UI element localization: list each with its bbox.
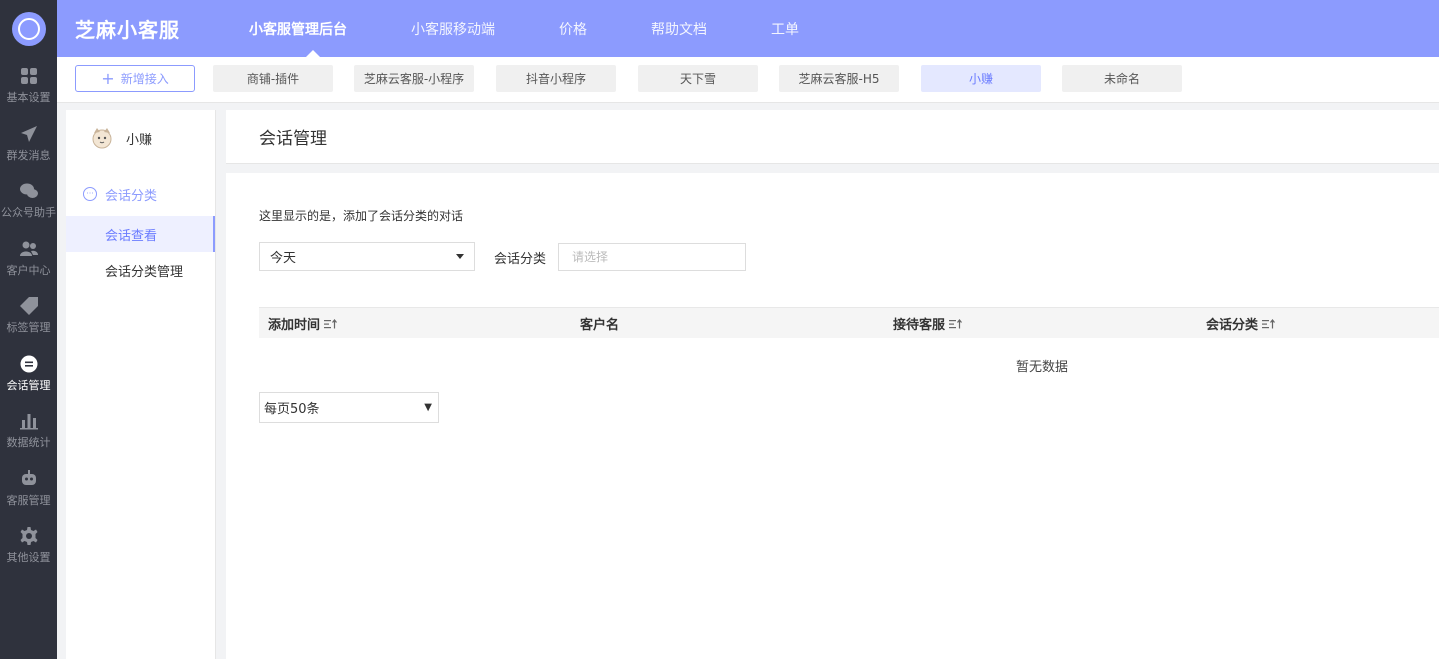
column-customer-name: 客户名: [580, 308, 619, 339]
date-range-value: 今天: [270, 251, 297, 266]
caret-down-icon: [456, 254, 464, 259]
rail-item-label: 数据统计: [6, 436, 51, 450]
column-added-time[interactable]: 添加时间: [268, 308, 338, 339]
sort-icon: [324, 318, 337, 328]
left-rail: 基本设置 群发消息 公众号助手 客户中心 标签管理 会话管理 数据统计 客服管理…: [0, 0, 57, 659]
column-session-category[interactable]: 会话分类: [1206, 308, 1276, 339]
caret-down-icon: ▼: [424, 402, 432, 413]
rail-item-broadcast[interactable]: 群发消息: [0, 115, 57, 173]
table-header: 添加时间 客户名 接待客服 会话分类: [259, 307, 1439, 338]
avatar: [92, 128, 112, 149]
topnav-pricing[interactable]: 价格: [527, 0, 619, 57]
add-channel-button[interactable]: + 新增接入: [75, 65, 195, 92]
rail-item-basic-settings[interactable]: 基本设置: [0, 57, 57, 115]
rail-item-tags[interactable]: 标签管理: [0, 287, 57, 345]
add-channel-label: 新增接入: [120, 72, 169, 86]
date-range-select[interactable]: 今天: [259, 242, 475, 271]
column-agent[interactable]: 接待客服: [893, 308, 963, 339]
tab-miniprogram[interactable]: 芝麻云客服-小程序: [354, 65, 474, 92]
sub-group-session-category[interactable]: ··· 会话分类: [66, 172, 215, 216]
page-title: 会话管理: [226, 110, 1439, 164]
chat-icon: [19, 354, 39, 374]
column-label: 添加时间: [268, 318, 321, 333]
topnav-mobile[interactable]: 小客服移动端: [379, 0, 527, 57]
paper-plane-icon: [19, 124, 39, 144]
bar-chart-icon: [19, 411, 39, 431]
tab-douyin[interactable]: 抖音小程序: [496, 65, 616, 92]
tab-tianxiaxue[interactable]: 天下雪: [638, 65, 758, 92]
grid-icon: [19, 66, 39, 86]
sub-item-view-sessions[interactable]: 会话查看: [66, 216, 215, 252]
tab-h5[interactable]: 芝麻云客服-H5: [779, 65, 899, 92]
empty-state-text: 暂无数据: [1016, 360, 1069, 375]
topnav-admin[interactable]: 小客服管理后台: [235, 0, 379, 57]
column-label: 会话分类: [1206, 318, 1259, 333]
rail-item-label: 客服管理: [6, 493, 51, 507]
account-header: 小赚: [66, 110, 215, 166]
column-label: 接待客服: [893, 318, 946, 333]
page-size-select[interactable]: 每页50条 ▼: [259, 392, 439, 423]
sort-icon: [949, 318, 962, 328]
main-content: 这里显示的是，添加了会话分类的对话 今天 会话分类 添加时间 客户名 接待客服 …: [226, 173, 1439, 659]
page-size-value: 每页50条: [264, 402, 320, 417]
tag-icon: [19, 296, 39, 316]
rail-item-label: 基本设置: [6, 91, 51, 105]
channel-tab-strip: + 新增接入 商铺-插件 芝麻云客服-小程序 抖音小程序 天下雪 芝麻云客服-H…: [57, 57, 1439, 103]
more-dots-icon: ···: [83, 187, 97, 201]
rail-item-official-account[interactable]: 公众号助手: [0, 172, 57, 230]
wechat-icon: [19, 181, 39, 201]
rail-item-sessions[interactable]: 会话管理: [0, 345, 57, 403]
rail-item-label: 群发消息: [6, 148, 51, 162]
brand-title: 芝麻小客服: [75, 18, 180, 42]
top-bar: 芝麻小客服 小客服管理后台 小客服移动端 价格 帮助文档 工单: [57, 0, 1439, 57]
hint-text: 这里显示的是，添加了会话分类的对话: [259, 209, 464, 223]
rail-item-statistics[interactable]: 数据统计: [0, 402, 57, 460]
app-logo[interactable]: [0, 0, 57, 57]
top-nav: 小客服管理后台 小客服移动端 价格 帮助文档 工单: [235, 0, 831, 57]
logo-icon: [11, 11, 46, 46]
topnav-help-docs[interactable]: 帮助文档: [619, 0, 739, 57]
category-filter-input[interactable]: [558, 243, 746, 271]
plus-icon: +: [101, 68, 115, 88]
rail-item-agents[interactable]: 客服管理: [0, 460, 57, 518]
sub-group-label: 会话分类: [105, 188, 158, 204]
sort-icon: [1262, 318, 1275, 328]
robot-icon: [19, 469, 39, 489]
category-filter-label: 会话分类: [494, 252, 547, 267]
rail-item-customers[interactable]: 客户中心: [0, 230, 57, 288]
rail-item-other-settings[interactable]: 其他设置: [0, 517, 57, 575]
tab-unnamed[interactable]: 未命名: [1062, 65, 1182, 92]
rail-item-label: 客户中心: [6, 263, 51, 277]
users-icon: [19, 239, 39, 259]
account-name: 小赚: [126, 132, 153, 148]
topnav-tickets[interactable]: 工单: [739, 0, 831, 57]
tab-xiaozhuan[interactable]: 小赚: [921, 65, 1041, 92]
sub-sidebar: 小赚 ··· 会话分类 会话查看 会话分类管理: [66, 110, 216, 659]
rail-item-label: 公众号助手: [1, 206, 56, 220]
rail-item-label: 会话管理: [6, 378, 51, 392]
column-label: 客户名: [580, 318, 620, 333]
sub-item-category-management[interactable]: 会话分类管理: [66, 252, 215, 288]
rail-item-label: 其他设置: [6, 551, 51, 565]
gear-icon: [19, 526, 39, 546]
rail-item-label: 标签管理: [6, 321, 51, 335]
tab-shop-plugin[interactable]: 商铺-插件: [213, 65, 333, 92]
